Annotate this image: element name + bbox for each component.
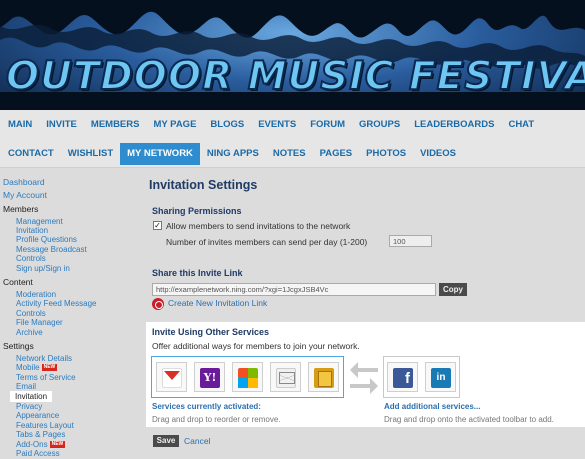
nav-leaderboards[interactable]: LEADERBOARDS	[407, 114, 501, 136]
sidebar-item-network-details[interactable]: Network Details	[16, 354, 72, 363]
sidebar-item-terms-of-service[interactable]: Terms of Service	[16, 373, 76, 382]
sidebar-item-sign-up-sign-in[interactable]: Sign up/Sign in	[16, 264, 70, 273]
nav-row-2: CONTACT WISHLIST MY NETWORK NING APPS NO…	[1, 139, 463, 168]
site-banner: OUTDOOR MUSIC FESTIVALS	[0, 0, 585, 110]
service-facebook[interactable]: f	[387, 362, 418, 392]
nav-my-network[interactable]: MY NETWORK	[120, 142, 200, 165]
save-button[interactable]: Save	[153, 435, 179, 447]
create-invitation-link[interactable]: Create New Invitation Link	[168, 298, 267, 308]
sidebar-item-add-ons[interactable]: Add-Ons NEW	[16, 440, 66, 449]
new-badge: NEW	[49, 441, 66, 448]
service-gmail[interactable]	[156, 362, 187, 392]
add-services-hint: Drag and drop onto the activated toolbar…	[384, 415, 554, 424]
nav-main[interactable]: MAIN	[1, 114, 39, 136]
sidebar-item-label: Mobile	[16, 363, 40, 372]
active-services-label: Services currently activated:	[152, 402, 261, 411]
banner-title: OUTDOOR MUSIC FESTIVALS	[5, 53, 585, 100]
nav-groups[interactable]: GROUPS	[352, 114, 407, 136]
invite-limit-input[interactable]: 100	[389, 235, 432, 247]
add-services-label: Add additional services...	[384, 402, 481, 411]
nav-videos[interactable]: VIDEOS	[413, 143, 463, 165]
email-icon	[276, 368, 296, 388]
service-linkedin[interactable]: in	[425, 362, 456, 392]
copy-button[interactable]: Copy	[439, 283, 467, 296]
address-book-icon	[314, 368, 334, 388]
nav-members[interactable]: MEMBERS	[84, 114, 147, 136]
active-services-hint: Drag and drop to reorder or remove.	[152, 415, 281, 424]
sharing-permissions-heading: Sharing Permissions	[152, 206, 242, 216]
sidebar-item-appearance[interactable]: Appearance	[16, 411, 59, 420]
sidebar-item-archive[interactable]: Archive	[16, 328, 43, 337]
nav-notes[interactable]: NOTES	[266, 143, 313, 165]
sidebar-item-members-controls[interactable]: Controls	[16, 254, 46, 263]
sidebar-item-paid-access[interactable]: Paid Access	[16, 449, 60, 458]
nav-photos[interactable]: PHOTOS	[359, 143, 413, 165]
services-description: Offer additional ways for members to joi…	[152, 341, 360, 351]
invite-link-heading: Share this Invite Link	[152, 268, 243, 278]
new-badge: NEW	[41, 364, 58, 371]
nav-chat[interactable]: CHAT	[501, 114, 541, 136]
gmail-icon	[162, 368, 182, 388]
admin-sidebar: Dashboard My Account Members Management …	[0, 170, 145, 459]
nav-my-page[interactable]: MY PAGE	[146, 114, 203, 136]
main-navigation: MAIN INVITE MEMBERS MY PAGE BLOGS EVENTS…	[0, 110, 585, 168]
sidebar-dashboard[interactable]: Dashboard	[3, 177, 45, 187]
sidebar-item-settings-invitation[interactable]: Invitation	[10, 391, 53, 402]
swap-arrows-icon	[350, 362, 378, 394]
sidebar-item-profile-questions[interactable]: Profile Questions	[16, 235, 77, 244]
services-heading: Invite Using Other Services	[152, 327, 270, 337]
allow-invitations-checkbox[interactable]: ✓	[153, 221, 162, 230]
sidebar-item-invitation[interactable]: Invitation	[16, 226, 48, 235]
service-address-book[interactable]	[308, 362, 339, 392]
sidebar-item-privacy[interactable]: Privacy	[16, 402, 42, 411]
windows-live-icon	[238, 368, 258, 388]
nav-ning-apps[interactable]: NING APPS	[200, 143, 266, 165]
cancel-link[interactable]: Cancel	[184, 436, 210, 446]
service-email[interactable]	[270, 362, 301, 392]
sidebar-item-moderation[interactable]: Moderation	[16, 290, 56, 299]
allow-invitations-label: Allow members to send invitations to the…	[166, 221, 351, 231]
nav-row-1: MAIN INVITE MEMBERS MY PAGE BLOGS EVENTS…	[1, 110, 541, 139]
nav-forum[interactable]: FORUM	[303, 114, 352, 136]
page-title: Invitation Settings	[149, 178, 258, 192]
sidebar-item-file-manager[interactable]: File Manager	[16, 318, 63, 327]
sidebar-item-message-broadcast[interactable]: Message Broadcast	[16, 245, 87, 254]
nav-blogs[interactable]: BLOGS	[203, 114, 251, 136]
sidebar-item-tabs-pages[interactable]: Tabs & Pages	[16, 430, 65, 439]
sidebar-heading-content: Content	[3, 277, 33, 287]
nav-wishlist[interactable]: WISHLIST	[61, 143, 120, 165]
service-windows-live[interactable]	[232, 362, 263, 392]
sidebar-item-content-controls[interactable]: Controls	[16, 309, 46, 318]
sidebar-item-email[interactable]: Email	[16, 382, 36, 391]
nav-contact[interactable]: CONTACT	[1, 143, 61, 165]
nav-invite[interactable]: INVITE	[39, 114, 84, 136]
invite-link-field[interactable]: http://examplenetwork.ning.com/?xgi=1Jcg…	[152, 283, 436, 296]
refresh-link-icon[interactable]	[152, 298, 164, 310]
nav-events[interactable]: EVENTS	[251, 114, 303, 136]
nav-pages[interactable]: PAGES	[313, 143, 360, 165]
sidebar-heading-settings: Settings	[3, 341, 34, 351]
service-yahoo[interactable]: Y!	[194, 362, 225, 392]
yahoo-icon: Y!	[200, 368, 220, 388]
sidebar-item-features-layout[interactable]: Features Layout	[16, 421, 74, 430]
linkedin-icon: in	[431, 368, 451, 388]
sidebar-heading-members: Members	[3, 204, 39, 214]
sidebar-item-label: Add-Ons	[16, 440, 48, 449]
sidebar-item-mobile[interactable]: Mobile NEW	[16, 363, 58, 372]
sidebar-my-account[interactable]: My Account	[3, 190, 47, 200]
facebook-icon: f	[393, 368, 413, 388]
invite-limit-label: Number of invites members can send per d…	[166, 237, 368, 247]
sidebar-item-management[interactable]: Management	[16, 217, 63, 226]
sidebar-item-activity-feed-message[interactable]: Activity Feed Message	[16, 299, 96, 308]
